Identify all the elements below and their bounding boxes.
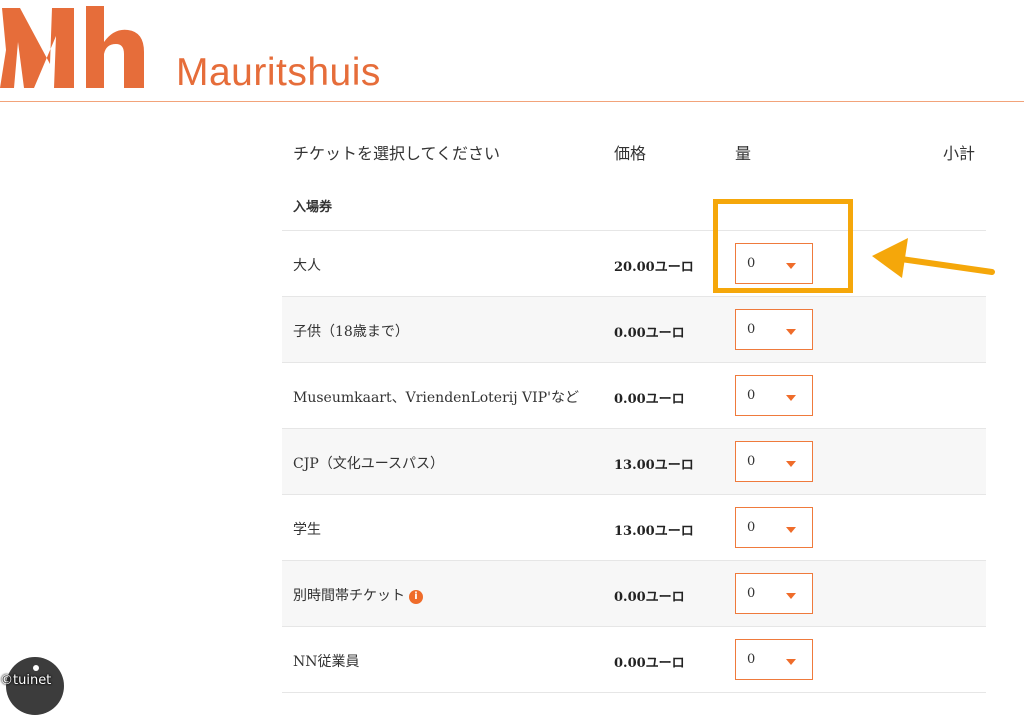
ticket-price: 0.00ユーロ — [614, 656, 685, 671]
table-row: 子供（18歳まで） 0.00ユーロ 0 — [282, 297, 986, 363]
section-title: 入場券 — [293, 200, 333, 215]
ticket-price: 0.00ユーロ — [614, 590, 685, 605]
ticket-name: 大人 — [293, 258, 321, 274]
site-header: Mauritshuis — [0, 0, 1024, 102]
ticket-price: 0.00ユーロ — [614, 326, 685, 341]
table-row: 学生 13.00ユーロ 0 — [282, 495, 986, 561]
ticket-name-with-info: 別時間帯チケット i — [293, 585, 423, 605]
quantity-select[interactable]: 0 — [735, 507, 813, 548]
annotation-highlight-box — [713, 199, 853, 293]
quantity-value: 0 — [747, 388, 756, 403]
header-ticket-select: チケットを選択してください — [293, 144, 501, 163]
chevron-down-icon — [786, 329, 796, 335]
table-row: CJP（文化ユースパス） 13.00ユーロ 0 — [282, 429, 986, 495]
ticket-name: Museumkaart、VriendenLoterij VIP'など — [293, 390, 579, 406]
table-header: チケットを選択してください 価格 量 小計 — [282, 128, 986, 176]
ticket-name: 別時間帯チケット — [293, 588, 405, 604]
table-row: 別時間帯チケット i 0.00ユーロ 0 — [282, 561, 986, 627]
chevron-down-icon — [786, 659, 796, 665]
header-price: 価格 — [614, 144, 647, 163]
mauritshuis-logo-mark[interactable] — [0, 2, 148, 90]
info-icon[interactable]: i — [409, 590, 423, 604]
quantity-value: 0 — [747, 322, 756, 337]
brand-name[interactable]: Mauritshuis — [176, 48, 381, 98]
ticket-name: NN従業員 — [293, 654, 360, 670]
table-row: Museumkaart、VriendenLoterij VIP'など 0.00ユ… — [282, 363, 986, 429]
ticket-table: チケットを選択してください 価格 量 小計 入場券 大人 20.00ユーロ 0 … — [282, 128, 986, 693]
ticket-price: 13.00ユーロ — [614, 458, 694, 473]
ticket-name: CJP（文化ユースパス） — [293, 456, 445, 472]
quantity-select[interactable]: 0 — [735, 573, 813, 614]
ticket-name: 子供（18歳まで） — [293, 324, 409, 340]
header-quantity: 量 — [735, 144, 752, 163]
quantity-select[interactable]: 0 — [735, 309, 813, 350]
ticket-name: 学生 — [293, 522, 321, 538]
annotation-arrow-icon — [872, 238, 995, 278]
ticket-price: 13.00ユーロ — [614, 524, 694, 539]
quantity-select[interactable]: 0 — [735, 639, 813, 680]
watermark: ©tuinet — [0, 673, 52, 688]
quantity-value: 0 — [747, 520, 756, 535]
quantity-select[interactable]: 0 — [735, 375, 813, 416]
chevron-down-icon — [786, 395, 796, 401]
section-admission: 入場券 — [282, 176, 986, 231]
table-row: NN従業員 0.00ユーロ 0 — [282, 627, 986, 693]
quantity-select[interactable]: 0 — [735, 441, 813, 482]
ticket-price: 20.00ユーロ — [614, 260, 694, 275]
chevron-down-icon — [786, 461, 796, 467]
quantity-value: 0 — [747, 586, 756, 601]
ticket-price: 0.00ユーロ — [614, 392, 685, 407]
quantity-value: 0 — [747, 652, 756, 667]
quantity-value: 0 — [747, 454, 756, 469]
chevron-down-icon — [786, 593, 796, 599]
chevron-down-icon — [786, 527, 796, 533]
header-subtotal: 小計 — [942, 144, 975, 163]
